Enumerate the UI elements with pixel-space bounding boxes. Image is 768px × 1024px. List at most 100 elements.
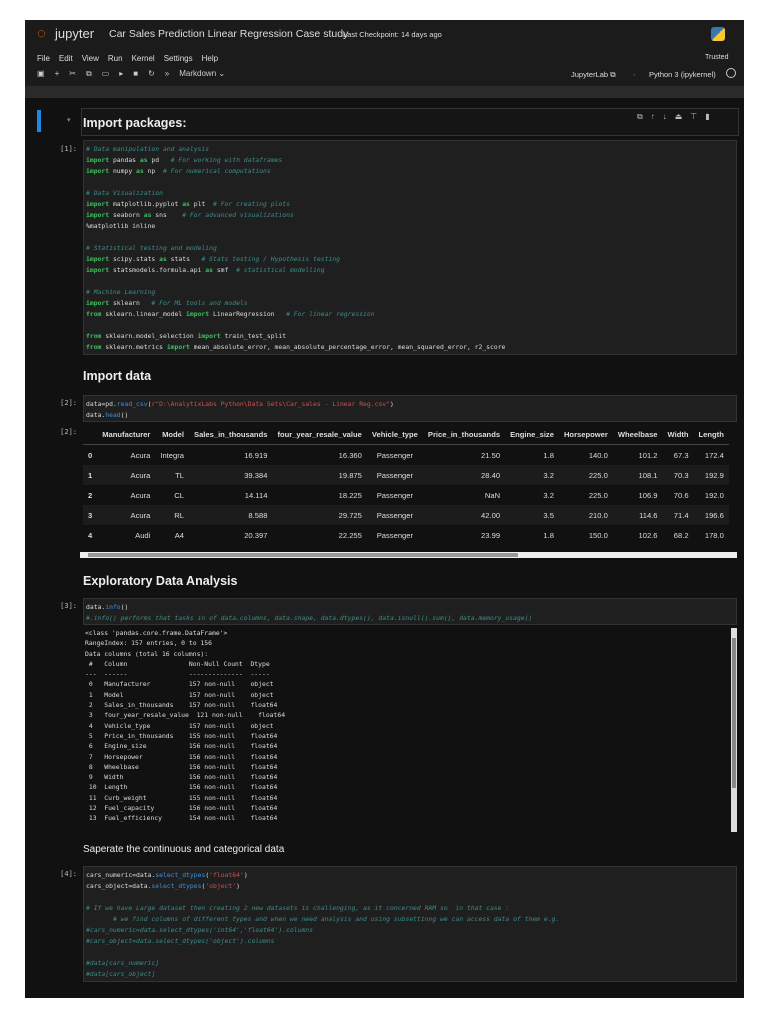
table-cell: 1.8: [543, 450, 554, 460]
code-token: import: [86, 167, 110, 175]
run-icon[interactable]: ▸: [119, 69, 123, 79]
table-cell: 114.6: [612, 505, 663, 525]
delete-icon[interactable]: ▮: [705, 112, 709, 122]
insert-above-icon[interactable]: ⏏: [675, 112, 683, 122]
table-cell: Passenger: [376, 450, 414, 460]
table-cell: 28.40: [422, 465, 506, 485]
code-comment: # Stats testing / Hypothesis testing: [201, 255, 340, 263]
notebook-title[interactable]: Car Sales Prediction Linear Regression C…: [109, 28, 348, 40]
code-comment: # If we have Large dataset then creating…: [86, 904, 510, 912]
menu-view[interactable]: View: [82, 54, 99, 63]
scrollbar-thumb[interactable]: [732, 638, 736, 788]
cell-toolbar: ⧉ ↑ ↓ ⏏ ⊤ ▮: [637, 112, 710, 122]
info-line: --- ------ -------------- -----: [85, 670, 278, 679]
table-cell: 4: [88, 530, 93, 540]
code-token: cars_object=data: [86, 882, 148, 890]
menu-file[interactable]: File: [37, 54, 50, 63]
code-token: np: [143, 167, 163, 175]
code-token: cars_numeric=data: [86, 871, 152, 879]
kernel-name[interactable]: Python 3 (ipykernel): [649, 70, 716, 79]
code-line: import numpy as np # For numerical compu…: [84, 166, 736, 177]
code-token: ): [243, 871, 248, 879]
table-cell: 3.5: [505, 505, 559, 525]
info-line: 11 Curb_weight 155 non-null float64: [85, 793, 278, 802]
table-cell: RL: [155, 505, 189, 525]
code-token: import: [86, 266, 110, 274]
horizontal-scrollbar[interactable]: [80, 552, 737, 558]
move-down-icon[interactable]: ↓: [663, 112, 667, 122]
code-comment: #.info() performs that tasks in of data.…: [86, 614, 533, 622]
table-row: 1 Acura TL 39.384 19.875 Passenger 28.40 3.2 225…: [83, 465, 729, 485]
code-comment: # For ML tools and models: [151, 299, 248, 307]
code-line: from sklearn.model_selection import trai…: [84, 331, 736, 342]
jupyter-logo-text[interactable]: jupyter: [55, 26, 94, 41]
code-line: import scipy.stats as stats # Stats test…: [84, 254, 736, 265]
code-line: #cars_object=data.select_dtypes('object'…: [84, 936, 736, 947]
code-comment: #cars_object=data.select_dtypes('object'…: [86, 937, 275, 945]
column-header: [83, 424, 98, 445]
paste-icon[interactable]: ▭: [102, 69, 110, 79]
column-header: Horsepower: [558, 424, 613, 445]
code-line: data.head(): [84, 410, 736, 421]
info-line: 0 Manufacturer 157 non-null object: [85, 680, 278, 689]
table-cell: NaN: [484, 490, 501, 500]
add-cell-icon[interactable]: +: [55, 69, 60, 79]
scrollbar-thumb[interactable]: [88, 553, 518, 557]
code-token: sns: [151, 211, 183, 219]
code-token: ): [236, 882, 240, 890]
code-comment: # we find columns of different types and…: [112, 915, 560, 923]
vertical-scrollbar[interactable]: [731, 628, 737, 832]
code-comment: # For numerical computations: [162, 167, 271, 175]
table-cell: Integra: [160, 450, 184, 460]
collapse-chevron-icon[interactable]: ▾: [67, 116, 71, 124]
menu-help[interactable]: Help: [202, 54, 218, 63]
table-cell: Acura: [130, 450, 151, 460]
duplicate-icon[interactable]: ⧉: [637, 112, 643, 122]
dataframe-table: Manufacturer Model Sales_in_thousands four_…: [83, 424, 729, 545]
move-up-icon[interactable]: ↑: [651, 112, 655, 122]
column-header: Manufacturer: [97, 424, 156, 445]
table-cell: 172.4: [704, 450, 724, 460]
insert-below-icon[interactable]: ⊤: [690, 112, 697, 122]
run-all-icon[interactable]: »: [165, 69, 169, 79]
code-cell-2[interactable]: data=pd.read_csv(r"D:\AnalytixLabs Pytho…: [83, 395, 737, 422]
cell-type-select[interactable]: Markdown ⌄: [179, 69, 225, 79]
code-comment: # For advanced visualizations: [182, 211, 294, 219]
code-cell-3[interactable]: data.info() #.info() performs that tasks …: [83, 598, 737, 625]
save-icon[interactable]: ▣: [37, 69, 45, 79]
code-token: seaborn: [109, 211, 144, 219]
code-line: # If we have Large dataset then creating…: [84, 903, 736, 914]
code-comment: # For creating plots: [213, 200, 290, 208]
code-line: #data[cars_object]: [84, 969, 736, 980]
restart-icon[interactable]: ↻: [148, 69, 155, 79]
menu-settings[interactable]: Settings: [164, 54, 193, 63]
jupyterlab-link[interactable]: JupyterLab ⧉: [571, 70, 616, 80]
dataframe-output: Manufacturer Model Sales_in_thousands four_…: [83, 424, 737, 545]
info-line: 1 Model 157 non-null object: [85, 690, 278, 699]
cut-icon[interactable]: ✂: [69, 69, 76, 79]
code-token: 'float64': [209, 871, 244, 879]
table-cell: 42.00: [422, 505, 506, 525]
toolbar-divider: [25, 86, 744, 98]
table-cell: 2: [88, 490, 93, 500]
trusted-indicator[interactable]: Trusted: [705, 54, 728, 61]
jupyterlab-label: JupyterLab: [571, 70, 609, 79]
code-token: 'object': [205, 882, 237, 890]
table-cell: 102.6: [638, 530, 658, 540]
code-token: select_dtypes: [155, 871, 206, 879]
code-cell-4[interactable]: cars_numeric=data.select_dtypes('float64…: [83, 866, 737, 982]
copy-icon[interactable]: ⧉: [86, 69, 92, 79]
code-token: from: [86, 310, 102, 318]
menu-kernel[interactable]: Kernel: [132, 54, 155, 63]
info-line: 8 Wheelbase 156 non-null float64: [85, 762, 278, 771]
stop-icon[interactable]: ■: [133, 69, 138, 79]
jupyter-logo-icon[interactable]: ◌: [37, 25, 46, 42]
code-line: # Statistical testing and modeling: [84, 243, 736, 254]
prompt-2: [2]:: [60, 399, 77, 407]
menu-run[interactable]: Run: [108, 54, 123, 63]
menu-edit[interactable]: Edit: [59, 54, 73, 63]
code-cell-1[interactable]: # Data manipulation and analysis import p…: [83, 140, 737, 355]
